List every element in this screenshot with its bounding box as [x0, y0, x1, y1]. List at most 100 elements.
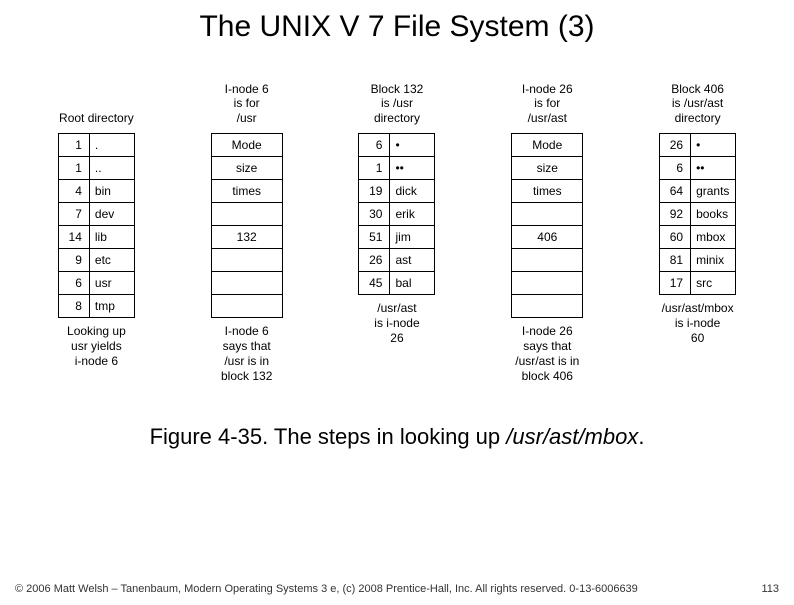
entry-name: jim — [390, 226, 435, 249]
table-row: Mode — [211, 134, 282, 157]
entry-name: books — [691, 203, 736, 226]
inode-num: 4 — [58, 180, 89, 203]
inode-num: 8 — [58, 295, 89, 318]
table-row — [211, 249, 282, 272]
table-row: 4bin — [58, 180, 134, 203]
table-row: 406 — [512, 226, 583, 249]
inode-num: 92 — [660, 203, 691, 226]
col-header: I-node 6is for/usr — [211, 69, 283, 125]
column-1: I-node 6is for/usr Modesizetimes 132 I-no… — [211, 69, 283, 384]
table-row: 26ast — [359, 249, 435, 272]
inode-num: 19 — [359, 180, 390, 203]
table-row: 6usr — [58, 272, 134, 295]
empty-cell — [512, 203, 583, 226]
col-footer: I-node 26says that/usr/ast is inblock 40… — [511, 324, 583, 384]
empty-cell — [512, 272, 583, 295]
inode-num: 7 — [58, 203, 89, 226]
inode-num: 14 — [58, 226, 89, 249]
entry-name: bin — [89, 180, 134, 203]
caption-path: /usr/ast/mbox — [506, 424, 638, 449]
inode-num: 64 — [660, 180, 691, 203]
entry-name: src — [691, 272, 736, 295]
column-0: Root directory 1.1..4bin7dev14lib9etc6usr… — [58, 69, 135, 369]
entry-name: • — [691, 134, 736, 157]
table-row: Mode — [512, 134, 583, 157]
inode-num: 6 — [359, 134, 390, 157]
diagram: Root directory1.1..4bin7dev14lib9etc6usr… — [0, 69, 794, 384]
inode-num: 45 — [359, 272, 390, 295]
column-3: I-node 26is for/usr/ast Modesizetimes 406… — [511, 69, 583, 384]
dir-table: 1.1..4bin7dev14lib9etc6usr8tmp — [58, 133, 135, 318]
empty-cell — [211, 249, 282, 272]
empty-cell — [512, 249, 583, 272]
entry-name: mbox — [691, 226, 736, 249]
table-row: 132 — [211, 226, 282, 249]
entry-name: •• — [691, 157, 736, 180]
entry-name: . — [89, 134, 134, 157]
col-footer: Looking upusr yieldsi-node 6 — [58, 324, 135, 369]
empty-cell — [512, 295, 583, 318]
table-row: size — [512, 157, 583, 180]
col-footer: /usr/ast/mboxis i-node60 — [659, 301, 736, 346]
col-header: I-node 26is for/usr/ast — [511, 69, 583, 125]
table-row: 1.. — [58, 157, 134, 180]
entry-name: etc — [89, 249, 134, 272]
table-row: 14lib — [58, 226, 134, 249]
table-row: 6•• — [660, 157, 736, 180]
caption-prefix: Figure 4-35. The steps in looking up — [150, 424, 507, 449]
inode-num: 1 — [359, 157, 390, 180]
block-ptr: 406 — [512, 226, 583, 249]
entry-name: minix — [691, 249, 736, 272]
inode-attr: Mode — [211, 134, 282, 157]
entry-name: ast — [390, 249, 435, 272]
table-row: 7dev — [58, 203, 134, 226]
col-footer: /usr/astis i-node26 — [358, 301, 435, 346]
table-row — [512, 295, 583, 318]
inode-attr: size — [211, 157, 282, 180]
inode-num: 1 — [58, 157, 89, 180]
inode-attr: times — [512, 180, 583, 203]
inode-num: 6 — [58, 272, 89, 295]
inode-attr: Mode — [512, 134, 583, 157]
table-row: 64grants — [660, 180, 736, 203]
table-row: 51jim — [359, 226, 435, 249]
block-ptr: 132 — [211, 226, 282, 249]
table-row: 17src — [660, 272, 736, 295]
inode-attr: times — [211, 180, 282, 203]
caption-suffix: . — [638, 424, 644, 449]
inode-num: 17 — [660, 272, 691, 295]
table-row: 30erik — [359, 203, 435, 226]
page-title: The UNIX V 7 File System (3) — [0, 10, 794, 44]
entry-name: grants — [691, 180, 736, 203]
entry-name: dick — [390, 180, 435, 203]
table-row: times — [512, 180, 583, 203]
col-footer: I-node 6says that/usr is inblock 132 — [211, 324, 283, 384]
entry-name: .. — [89, 157, 134, 180]
entry-name: tmp — [89, 295, 134, 318]
col-header: Block 132is /usrdirectory — [358, 69, 435, 125]
table-row — [512, 249, 583, 272]
col-header: Root directory — [58, 69, 135, 125]
inode-num: 6 — [660, 157, 691, 180]
table-row: 6• — [359, 134, 435, 157]
entry-name: bal — [390, 272, 435, 295]
table-row: 1•• — [359, 157, 435, 180]
inode-num: 26 — [359, 249, 390, 272]
figure-caption: Figure 4-35. The steps in looking up /us… — [0, 424, 794, 450]
inode-num: 26 — [660, 134, 691, 157]
entry-name: • — [390, 134, 435, 157]
copyright: © 2006 Matt Welsh – Tanenbaum, Modern Op… — [15, 583, 638, 595]
table-row: 26• — [660, 134, 736, 157]
inode-num: 81 — [660, 249, 691, 272]
footer-bar: © 2006 Matt Welsh – Tanenbaum, Modern Op… — [15, 583, 779, 595]
empty-cell — [211, 272, 282, 295]
inode-table: Modesizetimes 406 — [511, 133, 583, 318]
empty-cell — [211, 203, 282, 226]
table-row: 9etc — [58, 249, 134, 272]
table-row — [512, 203, 583, 226]
table-row: 8tmp — [58, 295, 134, 318]
column-4: Block 406is /usr/astdirectory26•6••64gra… — [659, 69, 736, 346]
dir-table: 6•1••19dick30erik51jim26ast45bal — [358, 133, 435, 295]
dir-table: 26•6••64grants92books60mbox81minix17src — [659, 133, 736, 295]
table-row: 19dick — [359, 180, 435, 203]
